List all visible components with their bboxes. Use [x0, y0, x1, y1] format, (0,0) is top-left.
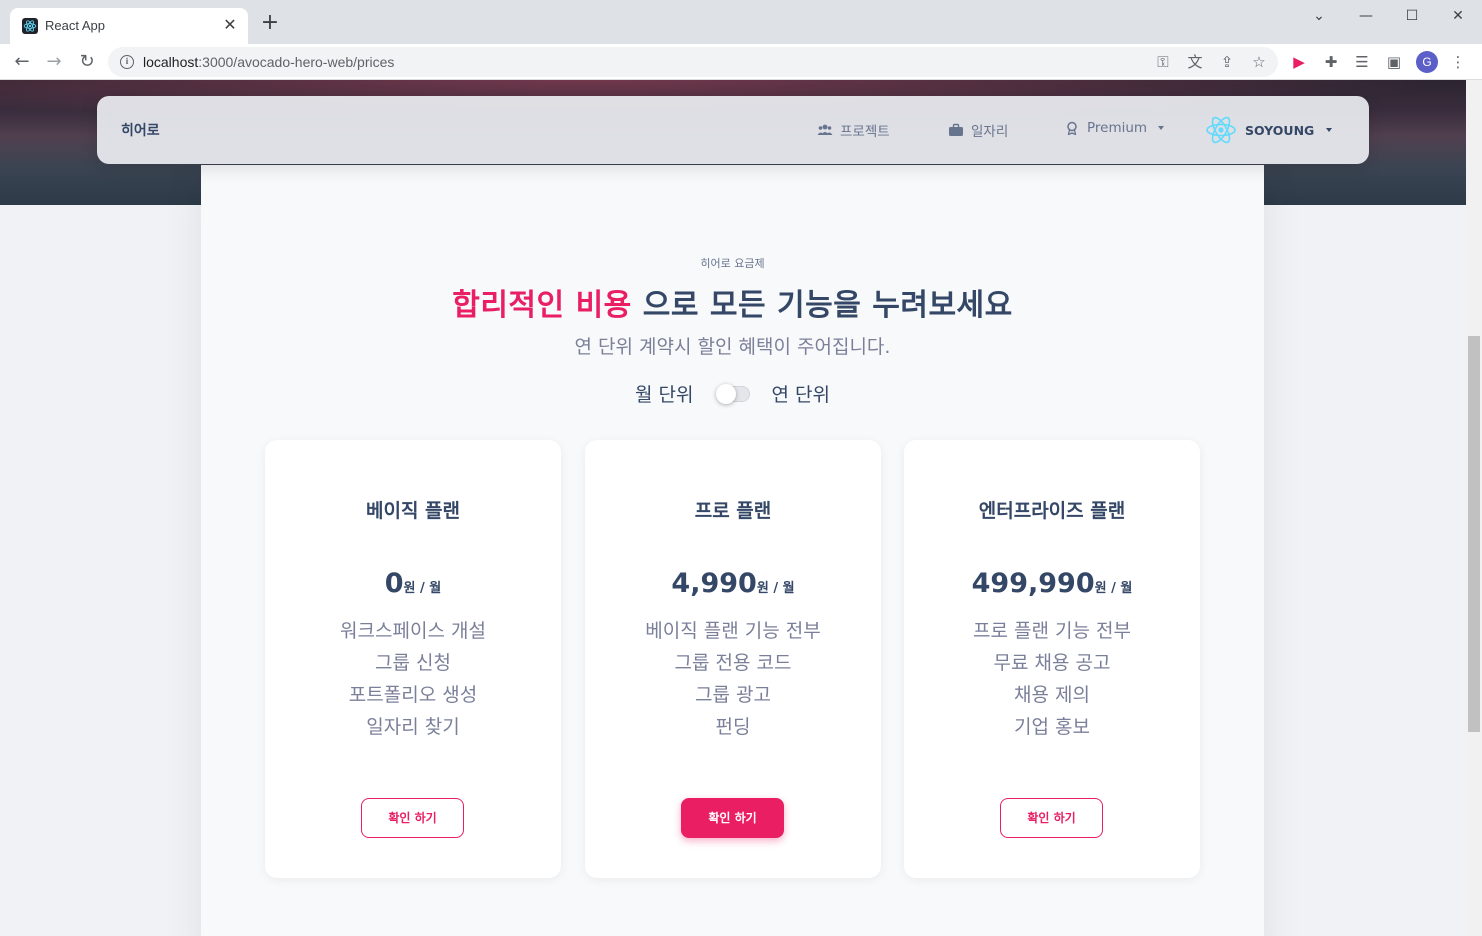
nav-jobs-label: 일자리	[971, 124, 1009, 140]
headline-rest: 으로 모든 기능을 누려보세요	[631, 288, 1013, 323]
plan-name: 엔터프라이즈 플랜	[978, 500, 1126, 522]
bookmark-star-icon[interactable]: ☆	[1249, 52, 1269, 72]
tab-strip: React App ✕ + ⌄ — ☐ ✕	[0, 0, 1482, 44]
window-close-button[interactable]: ✕	[1435, 4, 1481, 28]
feature-item: 채용 제의	[1014, 684, 1090, 706]
side-panel-icon[interactable]: ▣	[1384, 52, 1404, 72]
scrollbar-thumb[interactable]	[1468, 336, 1480, 732]
back-arrow-icon[interactable]: ←	[8, 48, 36, 76]
nav-jobs[interactable]: 일자리	[948, 120, 1008, 140]
share-icon[interactable]: ⇪	[1217, 52, 1237, 72]
headline-accent: 합리적인 비용	[452, 288, 632, 323]
nav-premium-dropdown[interactable]: Premium	[1064, 120, 1165, 136]
translate-icon[interactable]: 文	[1185, 52, 1205, 72]
browser-chrome: React App ✕ + ⌄ — ☐ ✕ ← → ↻ i localhost:…	[0, 0, 1482, 80]
play-extension-icon[interactable]: ▶	[1289, 52, 1309, 72]
tab-search-chevron-icon[interactable]: ⌄	[1296, 4, 1342, 28]
plan-card-pro: 프로 플랜 4,990원 / 월 베이직 플랜 기능 전부 그룹 전용 코드 그…	[585, 440, 881, 878]
price-amount: 499,990	[971, 568, 1095, 599]
maximize-button[interactable]: ☐	[1389, 4, 1435, 28]
site-info-icon[interactable]: i	[120, 55, 134, 69]
url-text: localhost:3000/avocado-hero-web/prices	[143, 54, 394, 70]
page-title: 합리적인 비용 으로 모든 기능을 누려보세요	[201, 280, 1264, 324]
extensions-puzzle-icon[interactable]: ✚	[1321, 52, 1341, 72]
feature-item: 워크스페이스 개설	[340, 620, 486, 642]
page-scrollbar[interactable]	[1466, 80, 1482, 936]
feature-item: 일자리 찾기	[366, 716, 460, 738]
page-subtitle: 연 단위 계약시 할인 혜택이 주어집니다.	[574, 336, 891, 358]
feature-item: 베이직 플랜 기능 전부	[645, 620, 821, 642]
react-favicon-icon	[22, 18, 38, 34]
select-pro-plan-button[interactable]: 확인 하기	[681, 798, 784, 838]
profile-avatar[interactable]: G	[1416, 51, 1438, 73]
chevron-down-icon	[1158, 126, 1165, 130]
plan-name: 프로 플랜	[694, 500, 772, 522]
user-menu-dropdown[interactable]: SOYOUNG	[1205, 114, 1333, 146]
feature-item: 포트폴리오 생성	[348, 684, 478, 706]
address-bar[interactable]: i localhost:3000/avocado-hero-web/prices	[108, 47, 1278, 77]
feature-item: 프로 플랜 기능 전부	[973, 620, 1131, 642]
browser-toolbar: ← → ↻ i localhost:3000/avocado-hero-web/…	[0, 44, 1482, 80]
url-path: :3000/avocado-hero-web/prices	[198, 54, 395, 70]
billing-period-switch[interactable]	[715, 383, 750, 404]
feature-item: 펀딩	[715, 716, 751, 738]
plan-name: 베이직 플랜	[365, 500, 460, 522]
feature-item: 그룹 전용 코드	[674, 652, 792, 674]
react-logo-icon	[1206, 116, 1236, 144]
page-viewport: 히어로 프로젝트 일자리 Premium SOYOUNG 히어로 요금제 합리적…	[0, 80, 1466, 936]
reading-list-icon[interactable]: ☰	[1352, 52, 1372, 72]
feature-list: 워크스페이스 개설 그룹 신청 포트폴리오 생성 일자리 찾기	[265, 615, 561, 743]
plan-card-enterprise: 엔터프라이즈 플랜 499,990원 / 월 프로 플랜 기능 전부 무료 채용…	[904, 440, 1200, 878]
select-basic-plan-button[interactable]: 확인 하기	[361, 798, 464, 838]
price-unit: 원 / 월	[1094, 581, 1133, 596]
feature-item: 그룹 광고	[695, 684, 771, 706]
plan-price: 4,990원 / 월	[585, 568, 881, 599]
plan-price: 499,990원 / 월	[904, 568, 1200, 599]
minimize-button[interactable]: —	[1343, 4, 1389, 28]
nav-projects-label: 프로젝트	[840, 124, 890, 140]
billing-toggle-row: 월 단위 연 단위	[201, 380, 1264, 407]
chevron-down-icon	[1326, 128, 1333, 132]
top-navbar: 히어로 프로젝트 일자리 Premium SOYOUNG	[97, 96, 1369, 164]
more-menu-icon[interactable]: ⋮	[1448, 52, 1468, 72]
tab-close-icon[interactable]: ✕	[220, 15, 240, 35]
key-icon[interactable]: ⚿	[1153, 52, 1173, 72]
plan-price: 0원 / 월	[265, 568, 561, 599]
nav-projects[interactable]: 프로젝트	[817, 120, 890, 140]
price-amount: 4,990	[671, 568, 757, 599]
tab-title: React App	[45, 18, 105, 33]
browser-tab[interactable]: React App ✕	[10, 8, 248, 44]
price-unit: 원 / 월	[756, 581, 795, 596]
switch-knob	[715, 383, 736, 404]
price-amount: 0	[384, 568, 404, 599]
price-unit: 원 / 월	[403, 581, 442, 596]
new-tab-button[interactable]: +	[258, 12, 282, 36]
plan-card-basic: 베이직 플랜 0원 / 월 워크스페이스 개설 그룹 신청 포트폴리오 생성 일…	[265, 440, 561, 878]
reload-icon[interactable]: ↻	[73, 48, 101, 76]
badge-icon	[1067, 121, 1077, 135]
feature-item: 그룹 신청	[375, 652, 451, 674]
select-enterprise-plan-button[interactable]: 확인 하기	[1000, 798, 1103, 838]
brand-link[interactable]: 히어로	[121, 120, 160, 140]
feature-item: 무료 채용 공고	[993, 652, 1111, 674]
briefcase-icon	[949, 123, 963, 136]
annual-label: 연 단위	[771, 384, 830, 406]
monthly-label: 월 단위	[635, 384, 694, 406]
users-icon	[817, 124, 833, 135]
feature-list: 프로 플랜 기능 전부 무료 채용 공고 채용 제의 기업 홍보	[904, 615, 1200, 743]
url-host: localhost	[143, 54, 199, 70]
feature-list: 베이직 플랜 기능 전부 그룹 전용 코드 그룹 광고 펀딩	[585, 615, 881, 743]
feature-item: 기업 홍보	[1014, 716, 1090, 738]
pricing-eyebrow: 히어로 요금제	[700, 257, 765, 270]
username-label: SOYOUNG	[1245, 122, 1315, 138]
forward-arrow-icon[interactable]: →	[40, 48, 68, 76]
nav-premium-label: Premium	[1087, 120, 1148, 136]
